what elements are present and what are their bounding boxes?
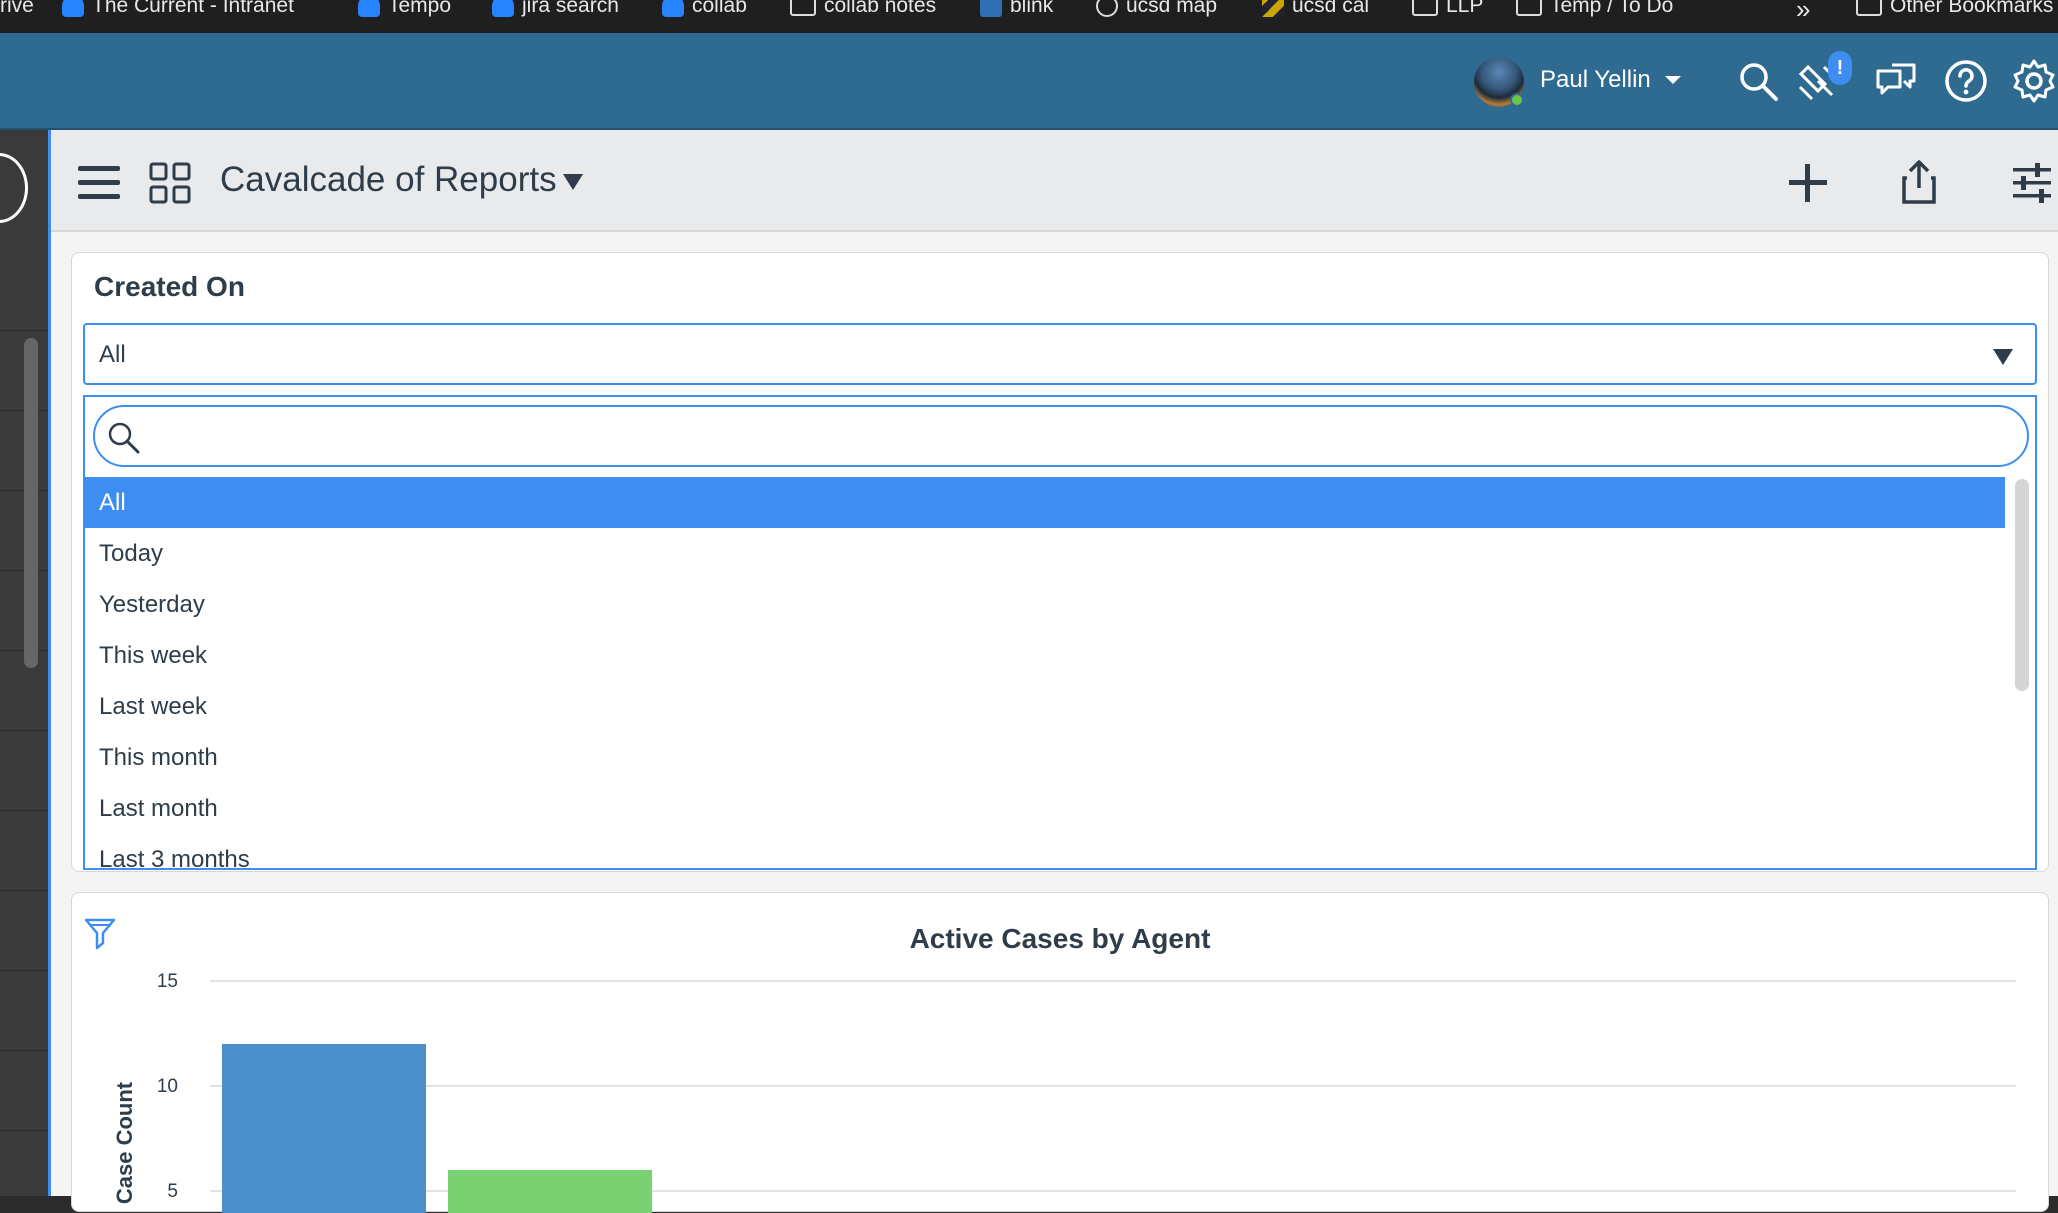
app-header: Paul Yellin !	[0, 33, 2058, 130]
share-icon[interactable]	[1901, 160, 1937, 204]
filter-label: Created On	[94, 271, 245, 302]
y-tick-label: 15	[157, 971, 178, 992]
dashboard-titlebar: Cavalcade of Reports	[51, 130, 2058, 232]
user-menu-caret-icon[interactable]	[1665, 76, 1681, 84]
chart-card: Active Cases by Agent 15 10 5 Case Count	[71, 892, 2049, 1213]
gear-icon[interactable]	[2010, 57, 2058, 105]
search-icon[interactable]	[1734, 57, 1782, 105]
bookmark-item[interactable]: The Current - Intranet	[62, 0, 294, 18]
y-tick-label: 5	[167, 1181, 178, 1202]
bookmark-label: collab	[692, 0, 747, 17]
confluence-icon	[492, 0, 514, 17]
confluence-icon	[62, 0, 84, 17]
main-content: Cavalcade of Reports Created On All All …	[51, 130, 2058, 1213]
sidebar-scrollbar[interactable]	[24, 338, 38, 668]
bookmark-label: collab notes	[824, 0, 937, 17]
folder-icon	[790, 0, 816, 16]
bookmark-label: ucsd cal	[1292, 0, 1370, 17]
bookmarks-bar: rive The Current - Intranet Tempo jira s…	[0, 0, 2058, 33]
confluence-icon	[358, 0, 380, 17]
bookmark-item[interactable]: collab notes	[790, 0, 936, 18]
folder-icon	[1412, 0, 1438, 16]
bookmark-item[interactable]: ucsd map	[1096, 0, 1217, 18]
dropdown-search-field[interactable]	[93, 405, 2029, 467]
confluence-icon	[662, 0, 684, 17]
bookmark-item[interactable]: Other Bookmarks	[1856, 0, 2053, 18]
chat-icon[interactable]	[1872, 57, 1920, 105]
bookmark-label: rive	[0, 0, 34, 17]
folder-icon	[1856, 0, 1882, 16]
help-icon[interactable]	[1942, 57, 1990, 105]
bookmark-item[interactable]: blink	[980, 0, 1053, 18]
option-last-3-months[interactable]: Last 3 months	[85, 834, 2005, 868]
y-tick-label: 10	[157, 1076, 178, 1097]
bookmark-item[interactable]: Temp / To Do	[1516, 0, 1673, 18]
search-icon	[108, 422, 140, 454]
option-this-week[interactable]: This week	[85, 630, 2005, 681]
bookmark-label: jira search	[522, 0, 619, 17]
bookmark-label: The Current - Intranet	[92, 0, 294, 17]
dropdown-scrollbar[interactable]	[2015, 479, 2029, 691]
bookmarks-overflow-button[interactable]: »	[1796, 0, 1810, 25]
filter-card: Created On All All Today Yesterday This …	[71, 252, 2049, 872]
bookmark-label: Temp / To Do	[1550, 0, 1674, 17]
option-today[interactable]: Today	[85, 528, 2005, 579]
blink-icon	[980, 0, 1002, 17]
globe-icon	[1096, 0, 1118, 17]
created-on-select[interactable]: All	[83, 323, 2037, 385]
bookmark-label: blink	[1010, 0, 1054, 17]
add-icon[interactable]	[1787, 162, 1829, 204]
user-name[interactable]: Paul Yellin	[1540, 66, 1651, 94]
select-dropdown: All Today Yesterday This week Last week …	[83, 395, 2037, 870]
filter-settings-icon[interactable]	[2011, 162, 2053, 204]
option-all[interactable]: All	[85, 477, 2005, 528]
ucsd-icon	[1262, 0, 1284, 17]
bookmark-label: Other Bookmarks	[1890, 0, 2054, 17]
dashboard-switch-caret-icon[interactable]	[563, 174, 583, 190]
bookmark-item[interactable]: Tempo	[358, 0, 451, 18]
bookmark-item[interactable]: collab	[662, 0, 747, 18]
page-title: Cavalcade of Reports	[220, 160, 557, 199]
option-last-month[interactable]: Last month	[85, 783, 2005, 834]
select-value: All	[99, 341, 126, 368]
bar-chart: 15 10 5 Case Count	[112, 971, 2016, 1213]
dropdown-search-input[interactable]	[151, 417, 2011, 455]
chart-bar[interactable]	[222, 1044, 426, 1213]
presence-indicator	[1510, 93, 1524, 107]
option-this-month[interactable]: This month	[85, 732, 2005, 783]
bookmark-item[interactable]: LLP	[1412, 0, 1483, 18]
hamburger-menu-icon[interactable]	[78, 166, 120, 200]
option-last-week[interactable]: Last week	[85, 681, 2005, 732]
chevron-down-icon	[1993, 349, 2013, 365]
folder-icon	[1516, 0, 1542, 16]
chevron-double-right-icon: »	[1796, 0, 1811, 24]
y-axis-label: Case Count	[112, 1081, 137, 1204]
bookmark-item[interactable]: rive	[0, 0, 34, 18]
dropdown-options: All Today Yesterday This week Last week …	[85, 477, 2005, 868]
bookmark-item[interactable]: jira search	[492, 0, 619, 18]
notification-badge: !	[1828, 51, 1852, 85]
bookmark-label: Tempo	[388, 0, 452, 17]
option-yesterday[interactable]: Yesterday	[85, 579, 2005, 630]
bookmark-label: ucsd map	[1126, 0, 1218, 17]
chart-bar[interactable]	[448, 1170, 652, 1213]
bookmark-item[interactable]: ucsd cal	[1262, 0, 1369, 18]
bookmark-label: LLP	[1446, 0, 1484, 17]
grid-view-icon[interactable]	[149, 162, 191, 204]
